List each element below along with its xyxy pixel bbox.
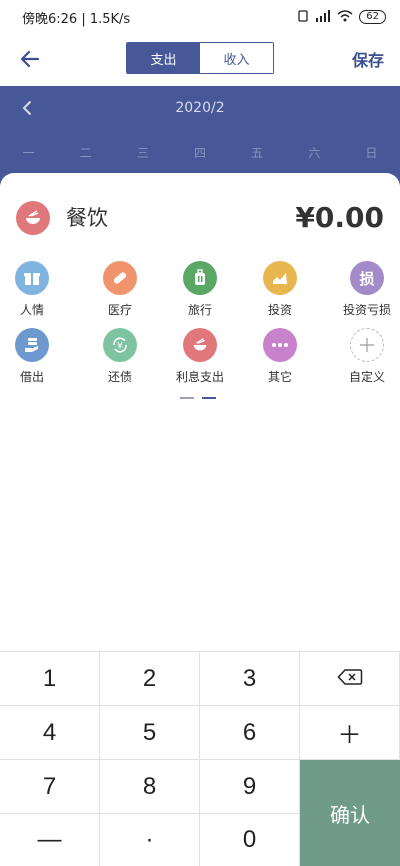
add-custom-icon: [350, 328, 384, 362]
bowl-icon: [16, 201, 50, 235]
key-1[interactable]: 1: [0, 652, 100, 706]
category-sheet: 餐饮 ¥0.00 人情 医疗 旅行 投资 损 投资亏损 借出 ¥ 还债 利息支出…: [0, 173, 400, 651]
backspace-icon: [336, 665, 363, 693]
bowl-icon: [183, 328, 217, 362]
tab-income[interactable]: 收入: [200, 43, 273, 73]
calendar-header: 2020/2 一 二 三 四 五 六 日: [0, 86, 400, 186]
tab-expense[interactable]: 支出: [127, 43, 200, 73]
luggage-icon: [183, 261, 217, 295]
category-lixi-zhichu[interactable]: 利息支出: [160, 328, 240, 385]
category-label: 借出: [19, 370, 44, 384]
category-label: 自定义: [348, 370, 385, 384]
minus-key[interactable]: —: [0, 814, 100, 866]
weekday-label: 五: [251, 146, 264, 160]
key-6[interactable]: 6: [200, 706, 300, 760]
page-indicator: [180, 397, 216, 399]
svg-text:¥: ¥: [117, 342, 123, 352]
wifi-icon: [337, 9, 353, 25]
key-2[interactable]: 2: [100, 652, 200, 706]
category-jiechu[interactable]: 借出: [0, 328, 72, 385]
weekday-label: 一: [22, 146, 35, 160]
category-lvxing[interactable]: 旅行: [160, 261, 240, 318]
category-huanzhai[interactable]: ¥ 还债: [80, 328, 160, 385]
weekday-label: 四: [193, 146, 206, 160]
top-toolbar: 支出 收入 保存: [0, 34, 400, 86]
selected-category-name: 餐饮: [66, 206, 108, 230]
battery-icon: 62: [359, 10, 386, 24]
category-qita[interactable]: 其它: [240, 328, 320, 385]
weekday-label: 二: [79, 146, 92, 160]
category-label: 利息支出: [175, 370, 224, 384]
category-label: 其它: [267, 370, 292, 384]
back-arrow-icon[interactable]: [18, 47, 42, 71]
save-button[interactable]: 保存: [352, 47, 384, 71]
more-dots-icon: [263, 328, 297, 362]
plus-key[interactable]: ＋: [300, 706, 400, 760]
amount-display: ¥0.00: [295, 201, 384, 234]
repay-yen-icon: ¥: [103, 328, 137, 362]
category-yiliao[interactable]: 医疗: [80, 261, 160, 318]
backspace-key[interactable]: [300, 652, 400, 706]
type-switch: 支出 收入: [126, 42, 274, 74]
signal-icon: [315, 9, 331, 25]
category-label: 旅行: [187, 303, 212, 317]
category-touzi-kuisun[interactable]: 损 投资亏损: [327, 261, 400, 318]
key-9[interactable]: 9: [200, 760, 300, 814]
pill-icon: [103, 261, 137, 295]
key-0[interactable]: 0: [200, 814, 300, 866]
weekday-label: 日: [365, 146, 378, 160]
number-keypad: 1 2 3 4 5 6 ＋ 7 8 9 确认 — · 0: [0, 651, 400, 866]
key-5[interactable]: 5: [100, 706, 200, 760]
weekday-row: 一 二 三 四 五 六 日: [0, 144, 400, 161]
page-dot-active: [202, 397, 216, 399]
category-label: 医疗: [107, 303, 132, 317]
dot-key[interactable]: ·: [100, 814, 200, 866]
status-time: 傍晚6:26 | 1.5K/s: [22, 11, 131, 27]
category-touzi[interactable]: 投资: [240, 261, 320, 318]
trend-chart-icon: [263, 261, 297, 295]
category-label: 还债: [107, 370, 132, 384]
key-3[interactable]: 3: [200, 652, 300, 706]
key-7[interactable]: 7: [0, 760, 100, 814]
page-dot: [180, 397, 194, 399]
key-4[interactable]: 4: [0, 706, 100, 760]
sim-icon: [297, 9, 309, 25]
category-label: 投资: [267, 303, 292, 317]
calendar-month: 2020/2: [175, 100, 225, 116]
category-label: 人情: [19, 303, 44, 317]
weekday-label: 六: [308, 146, 321, 160]
category-renqing[interactable]: 人情: [0, 261, 72, 318]
status-bar: 傍晚6:26 | 1.5K/s 62: [0, 0, 400, 34]
category-zidingyi[interactable]: 自定义: [327, 328, 400, 385]
confirm-button[interactable]: 确认: [300, 760, 400, 866]
lend-hand-icon: [15, 328, 49, 362]
weekday-label: 三: [136, 146, 149, 160]
category-label: 投资亏损: [342, 303, 391, 317]
loss-char-icon: 损: [350, 261, 384, 295]
gift-icon: [15, 261, 49, 295]
key-8[interactable]: 8: [100, 760, 200, 814]
